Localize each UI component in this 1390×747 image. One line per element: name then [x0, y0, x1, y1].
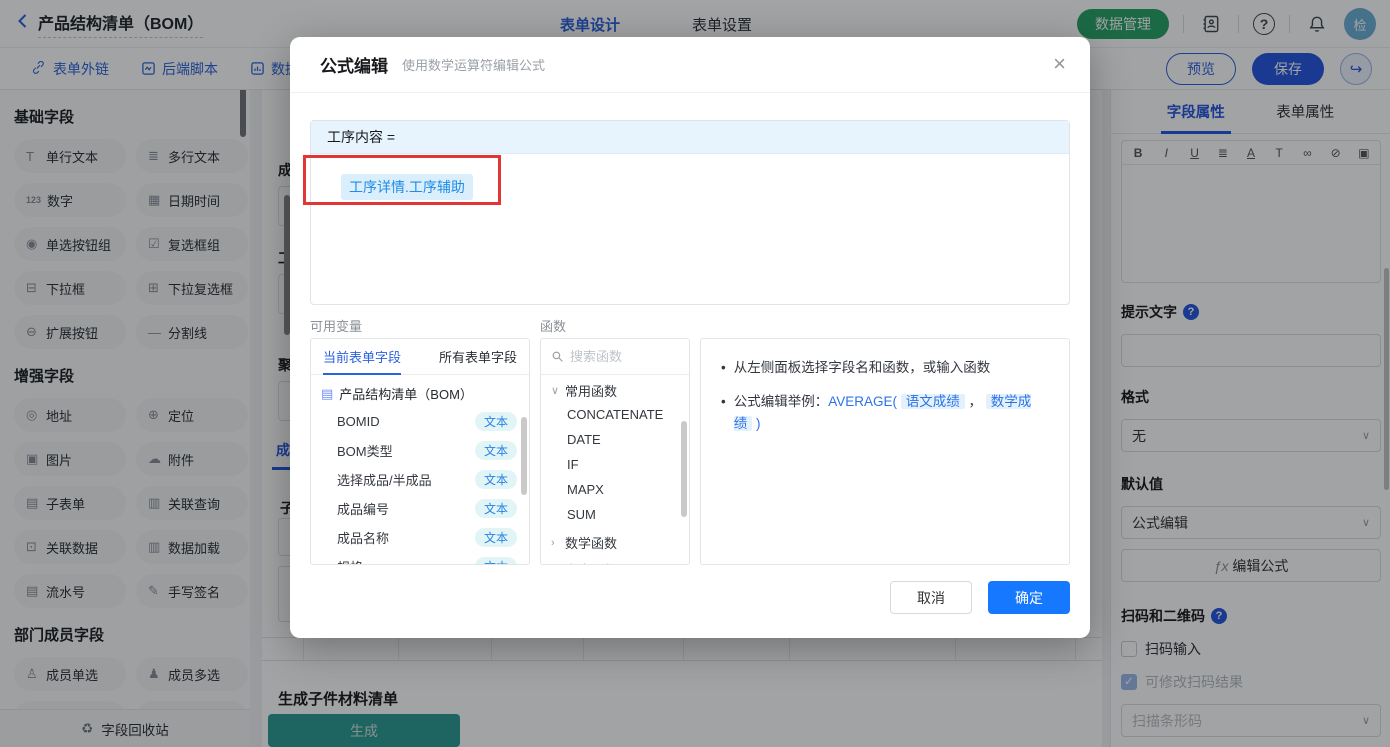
close-icon[interactable]: ×: [1053, 51, 1066, 77]
function-group-common[interactable]: ∨ 常用函数: [541, 375, 689, 402]
function-item[interactable]: SUM: [541, 502, 689, 527]
confirm-button[interactable]: 确定: [988, 581, 1070, 614]
tab-all-form-fields[interactable]: 所有表单字段: [439, 339, 517, 375]
chevron-collapsed-icon: ›: [551, 564, 559, 565]
functions-scrollbar[interactable]: [681, 421, 687, 517]
type-badge: 文本: [474, 499, 517, 518]
function-search: [541, 339, 689, 375]
annotation-red-box: [303, 155, 501, 205]
function-item[interactable]: DATE: [541, 427, 689, 452]
variable-row[interactable]: 选择成品/半成品 文本: [311, 465, 529, 494]
type-badge: 文本: [474, 412, 517, 431]
variables-tree-root[interactable]: ▤ 产品结构清单（BOM）: [311, 375, 529, 407]
help-line-1: • 从左侧面板选择字段名和函数，或输入函数: [721, 357, 1049, 379]
variable-row[interactable]: 成品名称 文本: [311, 523, 529, 552]
search-icon: [552, 351, 563, 362]
variable-row[interactable]: 成品编号 文本: [311, 494, 529, 523]
formula-editor-modal: 公式编辑 使用数学运算符编辑公式 × 工序内容 = 工序详情.工序辅助 可用变量…: [290, 37, 1090, 638]
variable-row[interactable]: 规格文本: [311, 552, 529, 564]
variable-row[interactable]: BOM类型 文本: [311, 436, 529, 465]
variables-scrollbar[interactable]: [521, 417, 527, 495]
bullet-icon: •: [721, 394, 726, 409]
formula-target: 工序内容 =: [311, 121, 1069, 154]
formula-help-panel: • 从左侧面板选择字段名和函数，或输入函数 • 公式编辑举例：AVERAGE( …: [700, 338, 1070, 565]
type-badge: 文本: [474, 528, 517, 547]
formula-expression-box: 工序内容 = 工序详情.工序辅助: [310, 120, 1070, 305]
variables-label: 可用变量: [310, 319, 363, 334]
function-search-input[interactable]: [570, 349, 670, 364]
help-example: 公式编辑举例：AVERAGE( 语文成绩 ， 数学成绩 ): [733, 394, 1032, 431]
modal-subtitle: 使用数学运算符编辑公式: [402, 58, 546, 73]
function-item[interactable]: IF: [541, 452, 689, 477]
bullet-icon: •: [721, 360, 726, 375]
example-field-chip: 语文成绩: [900, 394, 965, 409]
type-badge: 文本: [474, 470, 517, 489]
chevron-expanded-icon: ∨: [551, 385, 560, 397]
modal-header: 公式编辑 使用数学运算符编辑公式 ×: [290, 37, 1090, 93]
chevron-collapsed-icon: ›: [551, 536, 555, 549]
cancel-button[interactable]: 取消: [890, 581, 972, 614]
function-group-text[interactable]: › 文本函数: [541, 554, 689, 565]
variable-row[interactable]: BOMID 文本: [311, 407, 529, 436]
type-badge: 文本: [474, 441, 517, 460]
functions-panel: ∨ 常用函数 CONCATENATE DATE IF MAPX SUM › 数学…: [540, 338, 690, 565]
modal-title: 公式编辑: [320, 57, 388, 76]
variables-panel: 当前表单字段 所有表单字段 ▤ 产品结构清单（BOM） BOMID 文本 BOM类…: [310, 338, 530, 565]
modal-footer: 取消 确定: [890, 581, 1070, 614]
function-group-math[interactable]: › 数学函数: [541, 527, 689, 554]
function-item[interactable]: CONCATENATE: [541, 402, 689, 427]
variables-tabs: 当前表单字段 所有表单字段: [311, 339, 529, 375]
tab-current-form-fields[interactable]: 当前表单字段: [323, 339, 402, 375]
file-icon: ▤: [321, 385, 334, 401]
type-badge: 文本: [474, 557, 517, 564]
help-line-2: • 公式编辑举例：AVERAGE( 语文成绩 ， 数学成绩 ): [721, 391, 1049, 435]
app-window: 产品结构清单（BOM） 表单设计 表单设置 数据管理 ? 检 表单外链 后端脚本…: [0, 0, 1390, 747]
function-item[interactable]: MAPX: [541, 477, 689, 502]
functions-label: 函数: [540, 319, 567, 334]
